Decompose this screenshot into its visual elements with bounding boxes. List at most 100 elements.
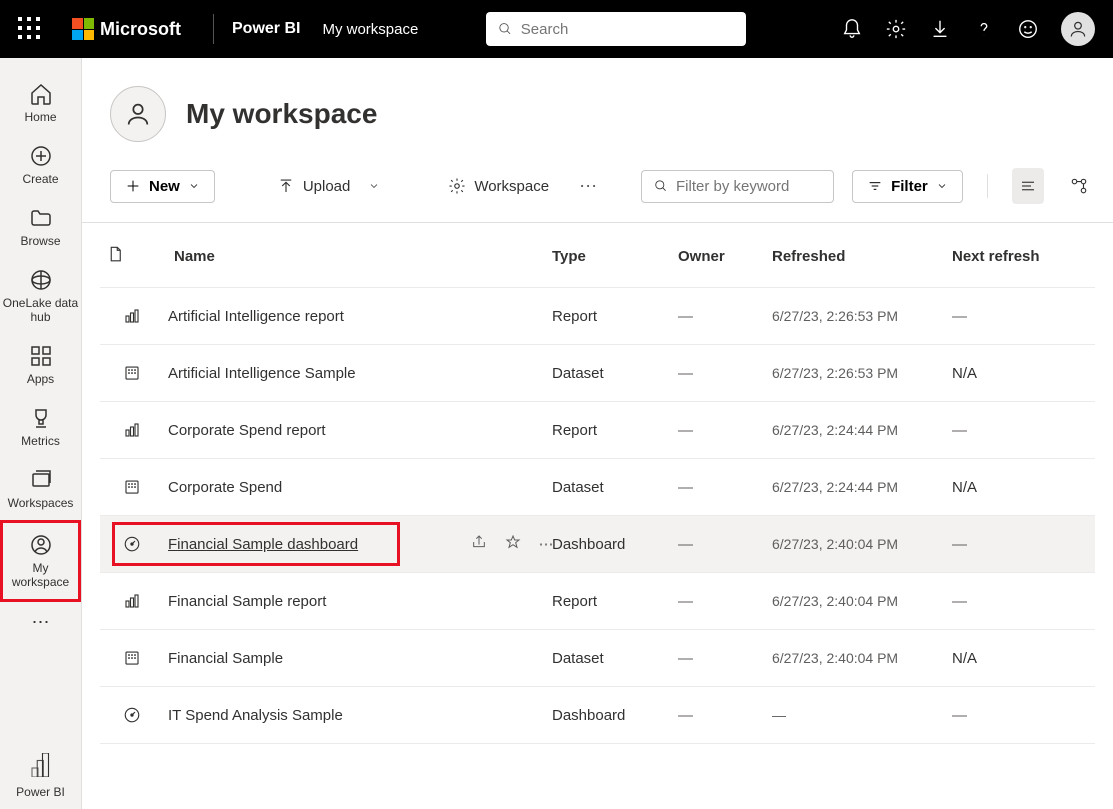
nav-workspaces[interactable]: Workspaces: [0, 458, 81, 520]
table-row[interactable]: Financial Sample reportReport—6/27/23, 2…: [100, 573, 1095, 630]
divider: [213, 14, 214, 44]
item-next-refresh: —: [946, 422, 1076, 439]
search-input[interactable]: [521, 21, 735, 38]
table-row[interactable]: IT Spend Analysis SampleDashboard———: [100, 687, 1095, 744]
filter-keyword-input[interactable]: [641, 170, 834, 203]
col-owner[interactable]: Owner: [672, 248, 766, 265]
item-refreshed: 6/27/23, 2:24:44 PM: [766, 479, 946, 495]
item-name[interactable]: Artificial Intelligence Sample: [168, 365, 478, 382]
col-icon: [100, 245, 168, 267]
item-refreshed: 6/27/23, 2:26:53 PM: [766, 308, 946, 324]
breadcrumb[interactable]: My workspace: [322, 21, 418, 38]
product-label[interactable]: Power BI: [232, 20, 300, 38]
nav-onelake[interactable]: OneLake data hub: [0, 258, 81, 334]
table-row[interactable]: Financial Sample dashboard⋯Dashboard—6/2…: [100, 516, 1095, 573]
item-owner: —: [672, 479, 766, 496]
share-icon[interactable]: [471, 534, 487, 554]
table-row[interactable]: Corporate Spend reportReport—6/27/23, 2:…: [100, 402, 1095, 459]
item-next-refresh: N/A: [946, 479, 1076, 496]
dataset-icon: [122, 477, 142, 497]
item-type: Dataset: [546, 365, 672, 382]
notifications-icon[interactable]: [841, 18, 863, 40]
item-refreshed: 6/27/23, 2:40:04 PM: [766, 536, 946, 552]
filter-button[interactable]: Filter: [852, 170, 963, 203]
favorite-icon[interactable]: [505, 534, 521, 554]
item-next-refresh: —: [946, 707, 1076, 724]
content-table: Name Type Owner Refreshed Next refresh A…: [82, 223, 1113, 744]
list-view-button[interactable]: [1012, 168, 1045, 204]
item-name[interactable]: Financial Sample report: [168, 593, 478, 610]
nav-browse[interactable]: Browse: [0, 196, 81, 258]
item-next-refresh: N/A: [946, 365, 1076, 382]
toolbar: New Upload Workspace ⋯ Filter: [82, 168, 1113, 223]
header-actions: [841, 12, 1095, 46]
item-next-refresh: N/A: [946, 650, 1076, 667]
search-icon: [498, 21, 512, 37]
table-header: Name Type Owner Refreshed Next refresh: [100, 223, 1095, 288]
item-name[interactable]: Corporate Spend: [168, 479, 478, 496]
item-owner: —: [672, 536, 766, 553]
item-name[interactable]: Artificial Intelligence report: [168, 308, 478, 325]
item-owner: —: [672, 365, 766, 382]
search-icon: [654, 178, 668, 194]
microsoft-label: Microsoft: [100, 19, 181, 40]
col-name[interactable]: Name: [168, 248, 478, 265]
item-type: Dataset: [546, 479, 672, 496]
microsoft-logo: Microsoft: [72, 18, 181, 40]
item-next-refresh: —: [946, 593, 1076, 610]
app-launcher-icon[interactable]: [18, 17, 42, 41]
col-type[interactable]: Type: [546, 248, 672, 265]
report-icon: [122, 420, 142, 440]
chevron-down-icon: [368, 180, 380, 192]
item-type: Report: [546, 422, 672, 439]
item-next-refresh: —: [946, 308, 1076, 325]
upload-button[interactable]: Upload: [271, 171, 387, 201]
item-name[interactable]: Corporate Spend report: [168, 422, 478, 439]
col-next[interactable]: Next refresh: [946, 248, 1076, 265]
item-next-refresh: —: [946, 536, 1076, 553]
item-owner: —: [672, 593, 766, 610]
item-type: Dashboard: [546, 707, 672, 724]
nav-powerbi-footer[interactable]: Power BI: [0, 743, 81, 809]
table-row[interactable]: Artificial Intelligence reportReport—6/2…: [100, 288, 1095, 345]
nav-metrics[interactable]: Metrics: [0, 396, 81, 458]
item-name[interactable]: IT Spend Analysis Sample: [168, 707, 478, 724]
col-refreshed[interactable]: Refreshed: [766, 248, 946, 265]
item-owner: —: [672, 422, 766, 439]
new-button[interactable]: New: [110, 170, 215, 203]
avatar[interactable]: [1061, 12, 1095, 46]
item-owner: —: [672, 707, 766, 724]
nav-apps[interactable]: Apps: [0, 334, 81, 396]
dataset-icon: [122, 363, 142, 383]
chevron-down-icon: [188, 180, 200, 192]
nav-create[interactable]: Create: [0, 134, 81, 196]
item-refreshed: 6/27/23, 2:26:53 PM: [766, 365, 946, 381]
settings-icon[interactable]: [885, 18, 907, 40]
nav-home[interactable]: Home: [0, 72, 81, 134]
item-type: Dashboard: [546, 536, 672, 553]
table-row[interactable]: Corporate Spend Dataset—6/27/23, 2:24:44 …: [100, 459, 1095, 516]
item-refreshed: —: [766, 707, 946, 723]
table-row[interactable]: Financial SampleDataset—6/27/23, 2:40:04…: [100, 630, 1095, 687]
item-refreshed: 6/27/23, 2:40:04 PM: [766, 650, 946, 666]
nav-my-workspace[interactable]: My workspace: [0, 520, 81, 602]
item-name[interactable]: Financial Sample dashboard: [168, 536, 478, 553]
table-row[interactable]: Artificial Intelligence Sample Dataset—6/…: [100, 345, 1095, 402]
chevron-down-icon: [936, 180, 948, 192]
item-refreshed: 6/27/23, 2:40:04 PM: [766, 593, 946, 609]
nav-more[interactable]: ⋯: [0, 602, 81, 643]
workspace-settings-button[interactable]: Workspace: [442, 171, 555, 201]
left-nav: Home Create Browse OneLake data hub Apps…: [0, 58, 82, 809]
item-refreshed: 6/27/23, 2:24:44 PM: [766, 422, 946, 438]
toolbar-more-button[interactable]: ⋯: [573, 170, 605, 203]
feedback-icon[interactable]: [1017, 18, 1039, 40]
download-icon[interactable]: [929, 18, 951, 40]
help-icon[interactable]: [973, 18, 995, 40]
global-search[interactable]: [486, 12, 746, 46]
item-owner: —: [672, 308, 766, 325]
item-name[interactable]: Financial Sample: [168, 650, 478, 667]
report-icon: [122, 591, 142, 611]
item-owner: —: [672, 650, 766, 667]
workspace-avatar: [110, 86, 166, 142]
lineage-view-button[interactable]: [1062, 168, 1095, 204]
